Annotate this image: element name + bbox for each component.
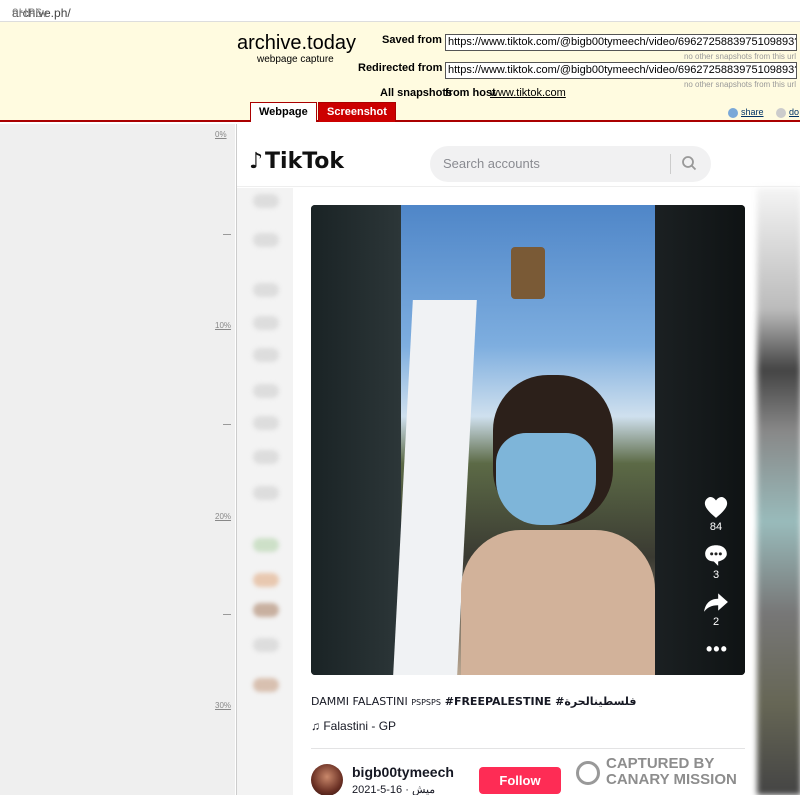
ruler-dash (223, 234, 231, 235)
ruler-dash (223, 424, 231, 425)
blur-item (253, 348, 279, 362)
archive-subtitle: webpage capture (257, 54, 334, 65)
video-letterbox-left (311, 205, 401, 675)
blur-item (253, 416, 279, 430)
archive-header: archive.today webpage capture Saved from… (0, 22, 800, 122)
download-label: do (789, 107, 800, 117)
music-link[interactable]: ♫ Falastini - GP (311, 719, 396, 733)
tiktok-note-icon: ♪ (249, 149, 264, 174)
blur-item (253, 573, 279, 587)
blur-item (253, 233, 279, 247)
traffic-light (511, 247, 545, 299)
heart-icon (704, 496, 728, 518)
person-shoulders (461, 530, 655, 675)
more-options-icon[interactable]: ••• (706, 639, 728, 660)
comment-button[interactable]: 3 (696, 543, 736, 581)
blur-item (253, 678, 279, 692)
music-title: Falastini - GP (323, 719, 397, 733)
ruler-dash (223, 614, 231, 615)
watermark-line1: CAPTURED BY (606, 755, 715, 772)
share-label: share (741, 107, 764, 117)
comment-icon (705, 545, 727, 566)
caption-text: DAMMI FALASTINI (311, 695, 412, 708)
video-caption: DAMMI FALASTINI PSPSPS #FREEPALESTINE #ف… (311, 695, 636, 708)
follow-button[interactable]: Follow (479, 767, 561, 794)
blur-item (253, 316, 279, 330)
search-divider (670, 154, 671, 174)
like-button[interactable]: 84 (696, 495, 736, 533)
search-box[interactable]: Search accounts (430, 146, 711, 182)
username[interactable]: bigb00tymeech (352, 764, 454, 780)
share-video-button[interactable]: 2 (696, 590, 736, 628)
face-mask (496, 433, 596, 525)
share-icon (728, 107, 738, 118)
tab-screenshot[interactable]: Screenshot (318, 102, 396, 122)
search-placeholder: Search accounts (443, 156, 540, 171)
avatar[interactable] (311, 764, 343, 795)
ruler-mark[interactable]: 20% (215, 512, 231, 521)
sidebar-blurred (237, 188, 293, 795)
ruler-mark[interactable]: 10% (215, 321, 231, 330)
hashtag-arabic[interactable]: #فلسطينالحرة (555, 695, 636, 708)
caption-small-text: PSPSPS (411, 698, 441, 707)
blur-item (253, 194, 279, 208)
share-button[interactable]: share (728, 107, 764, 118)
blur-item (253, 450, 279, 464)
ruler-mark[interactable]: 30% (215, 701, 231, 710)
share-arrow-icon (704, 593, 728, 612)
redirected-from-note: no other snapshots from this url (683, 80, 796, 89)
tiktok-page: ♪TikTok Search accounts 84 3 2 ••• DAMMI… (236, 124, 800, 795)
blur-item (253, 486, 279, 500)
archive-brand[interactable]: archive.today (237, 32, 356, 55)
saved-from-field[interactable]: https://www.tiktok.com/@bigb00tymeech/vi… (445, 34, 797, 51)
blur-item (253, 283, 279, 297)
address-bar[interactable]: archive.ph/9HP6v (0, 0, 800, 22)
hashtag-freepalestine[interactable]: #FREEPALESTINE (441, 695, 555, 708)
ruler-mark[interactable]: 0% (215, 130, 227, 139)
recommended-blurred (757, 188, 800, 795)
blur-item (253, 603, 279, 617)
video-player[interactable]: 84 3 2 ••• (311, 205, 745, 675)
like-count: 84 (709, 521, 723, 533)
watermark-line2: CANARY MISSION (606, 771, 737, 788)
blur-item (253, 638, 279, 652)
blur-item (253, 538, 279, 552)
divider (311, 748, 745, 749)
blur-item (253, 384, 279, 398)
search-icon[interactable] (681, 155, 697, 171)
download-button[interactable]: do (776, 107, 799, 118)
canary-logo-icon (576, 761, 600, 785)
redirected-from-field[interactable]: https://www.tiktok.com/@bigb00tymeech/vi… (445, 62, 797, 79)
share-count: 2 (712, 616, 720, 628)
from-host-label: from host (445, 87, 496, 99)
all-snapshots-label: All snapshots (380, 87, 453, 99)
comment-count: 3 (712, 569, 720, 581)
download-icon (776, 107, 786, 118)
tiktok-logo[interactable]: ♪TikTok (249, 149, 344, 174)
host-link[interactable]: www.tiktok.com (490, 87, 566, 99)
saved-from-note: no other snapshots from this url (683, 52, 796, 61)
tiktok-header: ♪TikTok Search accounts (237, 137, 800, 187)
tab-webpage[interactable]: Webpage (250, 102, 317, 122)
redirected-from-label: Redirected from (358, 62, 443, 74)
music-note-icon: ♫ (311, 719, 324, 733)
saved-from-label: Saved from (382, 34, 442, 46)
scroll-ruler: 0% 10% 20% 30% (0, 124, 235, 795)
user-date: 2021-5-16 · ميش (352, 784, 436, 795)
